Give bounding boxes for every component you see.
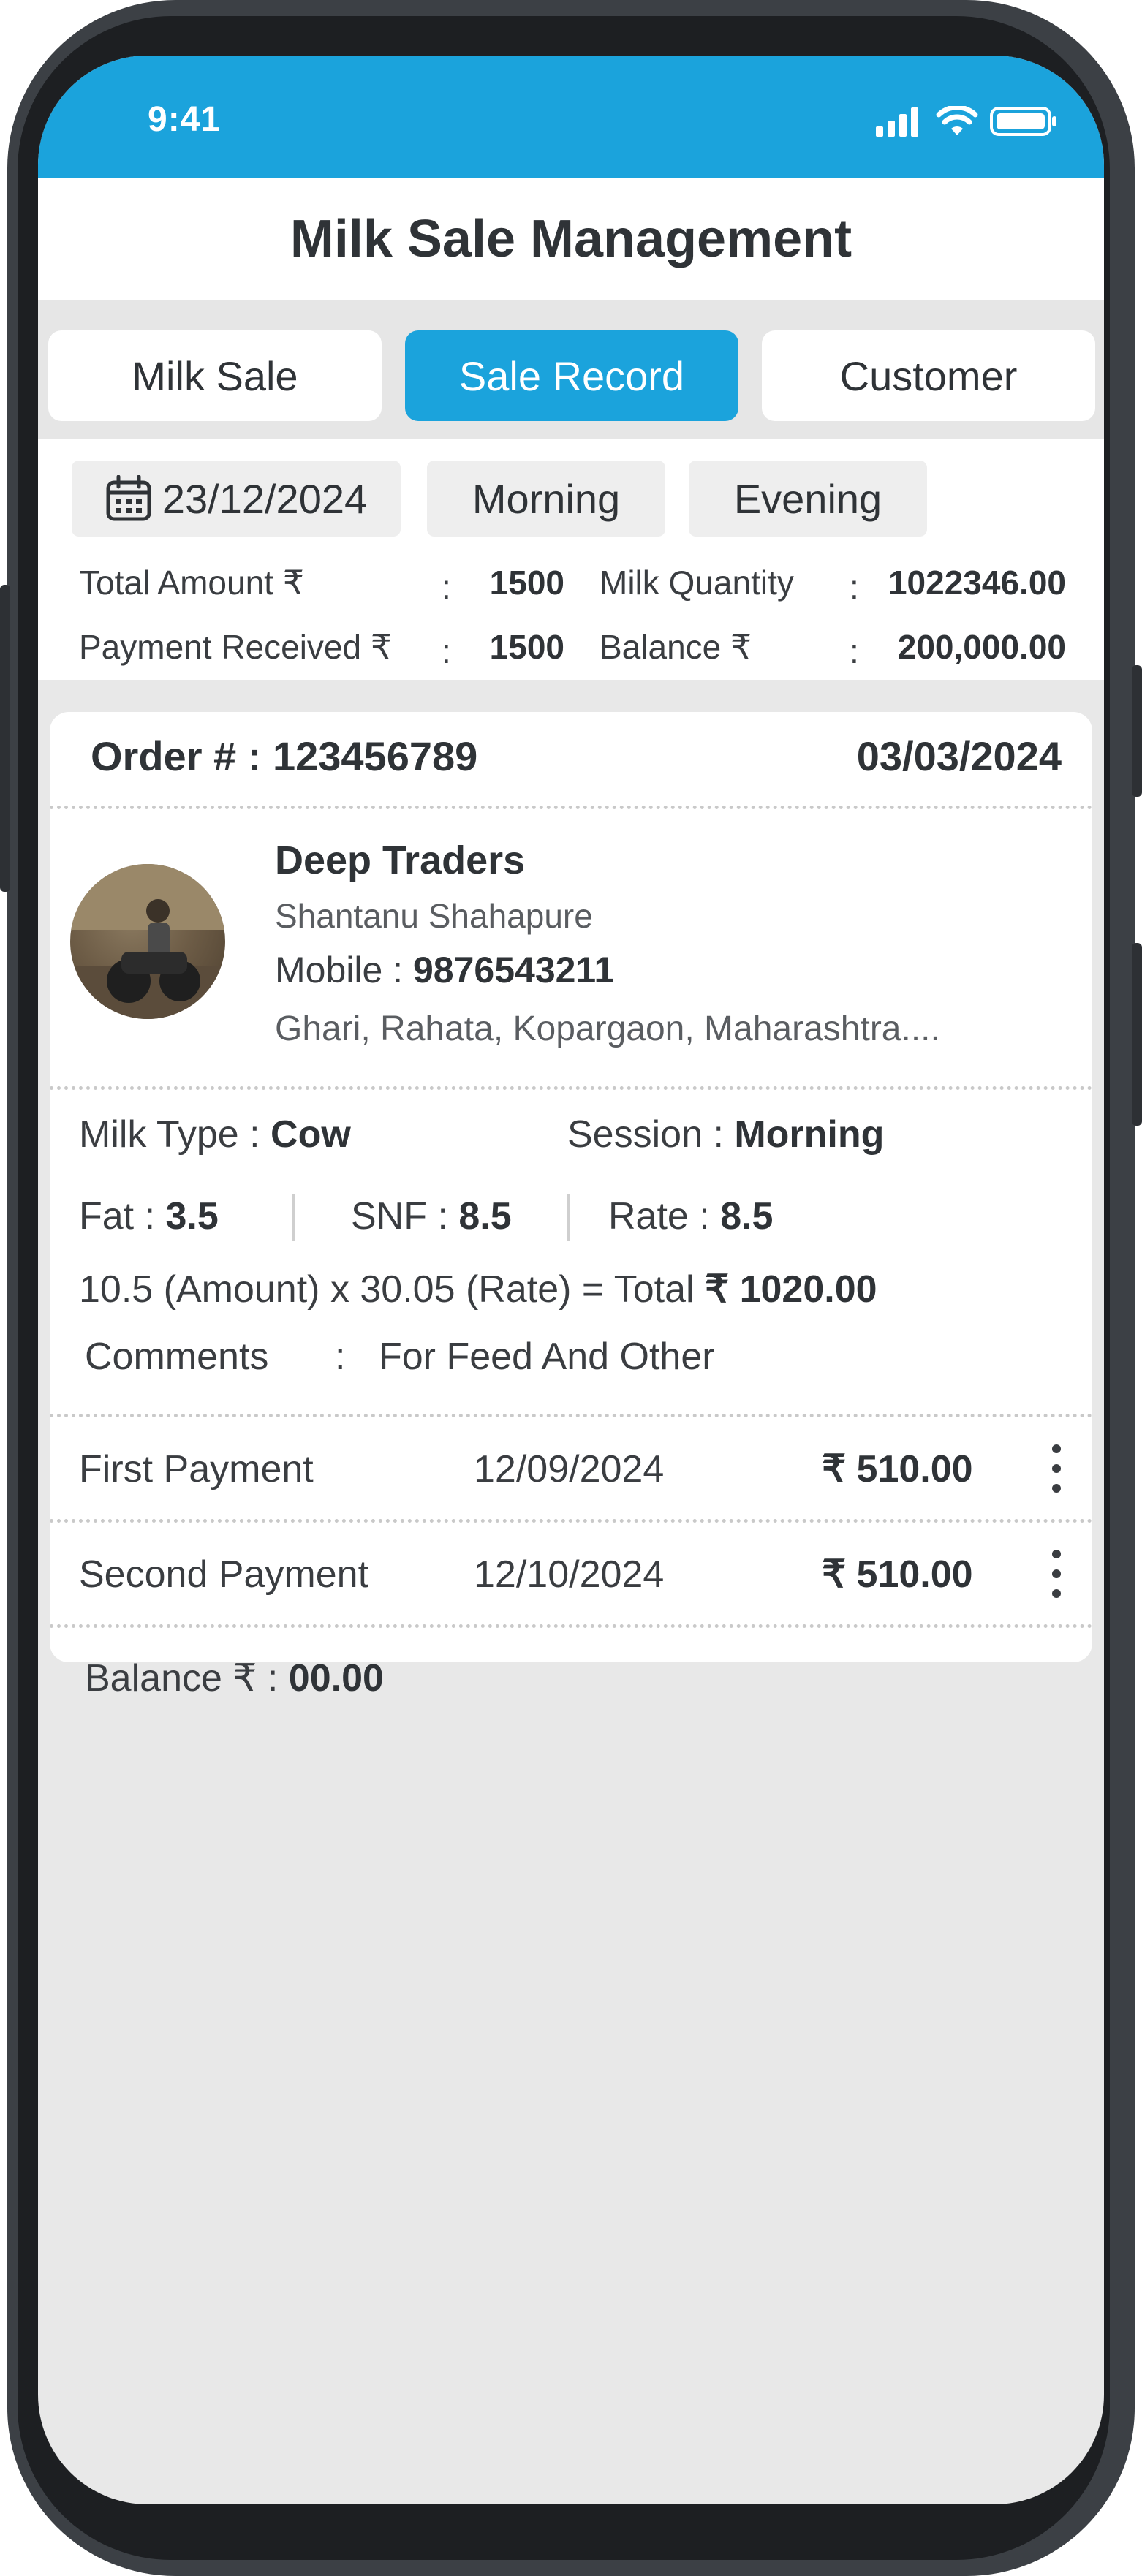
status-time: 9:41	[148, 100, 222, 139]
customer-mobile: Mobile : 9876543211	[275, 949, 614, 991]
milk-type: Milk Type : Cow	[79, 1113, 351, 1156]
payment-amount: ₹ 510.00	[822, 1448, 973, 1490]
date-value: 23/12/2024	[162, 475, 368, 522]
payment-received-colon: :	[442, 632, 451, 670]
customer-business-name: Deep Traders	[275, 838, 526, 882]
fat-value: 3.5	[165, 1195, 219, 1238]
balance-colon: :	[850, 632, 859, 670]
milk-quantity-label: Milk Quantity	[600, 564, 794, 602]
payment-received-value: 1500	[489, 628, 564, 666]
total-amount-value: 1500	[489, 564, 564, 602]
customer-avatar	[70, 864, 225, 1019]
session-value: Morning	[734, 1113, 885, 1156]
status-bar: 9:41	[38, 56, 1104, 178]
milk-type-value: Cow	[271, 1113, 351, 1156]
battery-icon	[990, 107, 1056, 136]
rate-label: Rate :	[608, 1195, 721, 1238]
payment-label: First Payment	[79, 1448, 314, 1490]
balance-label: Balance ₹	[600, 628, 752, 666]
order-balance: Balance ₹ : 00.00	[85, 1656, 384, 1700]
divider	[50, 1624, 1092, 1628]
order-date: 03/03/2024	[856, 733, 1062, 779]
tab-sale-record[interactable]: Sale Record	[405, 330, 738, 421]
mobile-value: 9876543211	[412, 950, 615, 990]
balance-value: 200,000.00	[897, 628, 1066, 666]
status-icons	[876, 105, 1059, 137]
order-number-label: Order # :	[91, 733, 273, 779]
separator	[292, 1194, 295, 1241]
order-balance-value: 00.00	[288, 1657, 384, 1700]
signal-icon	[876, 107, 918, 137]
mobile-label: Mobile :	[275, 950, 413, 990]
wifi-icon	[936, 106, 978, 135]
divider	[50, 1086, 1092, 1090]
payment-date: 12/10/2024	[474, 1553, 665, 1596]
screen: 9:41 Milk Sale Management Milk Sale Sale…	[38, 56, 1104, 2504]
session-evening-button[interactable]: Evening	[689, 461, 927, 537]
divider	[50, 1414, 1092, 1417]
fat-label: Fat :	[79, 1195, 166, 1238]
date-picker[interactable]: 23/12/2024	[72, 461, 401, 537]
kebab-menu-icon[interactable]	[1045, 1444, 1067, 1493]
order-balance-label: Balance ₹ :	[85, 1657, 289, 1700]
session-label: Session :	[567, 1113, 735, 1156]
comments-label: Comments	[85, 1336, 269, 1378]
snf: SNF : 8.5	[351, 1194, 512, 1238]
order-card[interactable]: Order # : 123456789 03/03/2024 Deep Trad…	[50, 712, 1092, 1700]
fat: Fat : 3.5	[79, 1194, 219, 1238]
customer-name: Shantanu Shahapure	[275, 897, 593, 935]
milk-quantity-colon: :	[850, 568, 859, 606]
order-number: Order # : 123456789	[91, 732, 477, 780]
snf-label: SNF :	[351, 1195, 459, 1238]
total-amount-colon: :	[442, 568, 451, 606]
order-number-value: 123456789	[272, 733, 478, 779]
snf-value: 8.5	[458, 1195, 512, 1238]
customer-address: Ghari, Rahata, Kopargaon, Maharashtra...…	[275, 1009, 940, 1048]
kebab-menu-icon[interactable]	[1045, 1550, 1067, 1598]
total-amount-label: Total Amount ₹	[79, 564, 304, 602]
page-title: Milk Sale Management	[290, 210, 852, 268]
divider	[50, 806, 1092, 809]
rate: Rate : 8.5	[608, 1194, 773, 1238]
summary-panel: 23/12/2024 Morning Evening Total Amount …	[38, 439, 1104, 680]
side-button-right-top	[1132, 665, 1142, 797]
payment-amount: ₹ 510.00	[822, 1553, 973, 1596]
payment-received-label: Payment Received ₹	[79, 628, 393, 666]
calendar-icon	[106, 475, 151, 521]
avatar-photo	[70, 864, 225, 1019]
divider	[50, 1519, 1092, 1523]
tab-milk-sale[interactable]: Milk Sale	[48, 330, 382, 421]
comments-value: For Feed And Other	[379, 1336, 715, 1378]
phone-mockup: 9:41 Milk Sale Management Milk Sale Sale…	[0, 0, 1142, 2576]
milk-type-label: Milk Type :	[79, 1113, 271, 1156]
side-button-left	[0, 585, 10, 892]
rate-value: 8.5	[720, 1195, 774, 1238]
session: Session : Morning	[567, 1113, 884, 1156]
payment-label: Second Payment	[79, 1553, 369, 1596]
payment-date: 12/09/2024	[474, 1448, 665, 1490]
calculation-text: 10.5 (Amount) x 30.05 (Rate) = Total	[79, 1268, 706, 1311]
comments-colon: :	[335, 1336, 346, 1378]
milk-quantity-value: 1022346.00	[888, 564, 1066, 602]
tab-customer[interactable]: Customer	[762, 330, 1095, 421]
tab-bar: Milk Sale Sale Record Customer	[38, 300, 1104, 439]
calculation-total: ₹ 1020.00	[705, 1268, 877, 1311]
amount-calculation: 10.5 (Amount) x 30.05 (Rate) = Total ₹ 1…	[79, 1268, 877, 1311]
session-morning-button[interactable]: Morning	[427, 461, 665, 537]
separator	[567, 1194, 570, 1241]
app-header: Milk Sale Management	[38, 178, 1104, 300]
side-button-right-bottom	[1132, 943, 1142, 1126]
